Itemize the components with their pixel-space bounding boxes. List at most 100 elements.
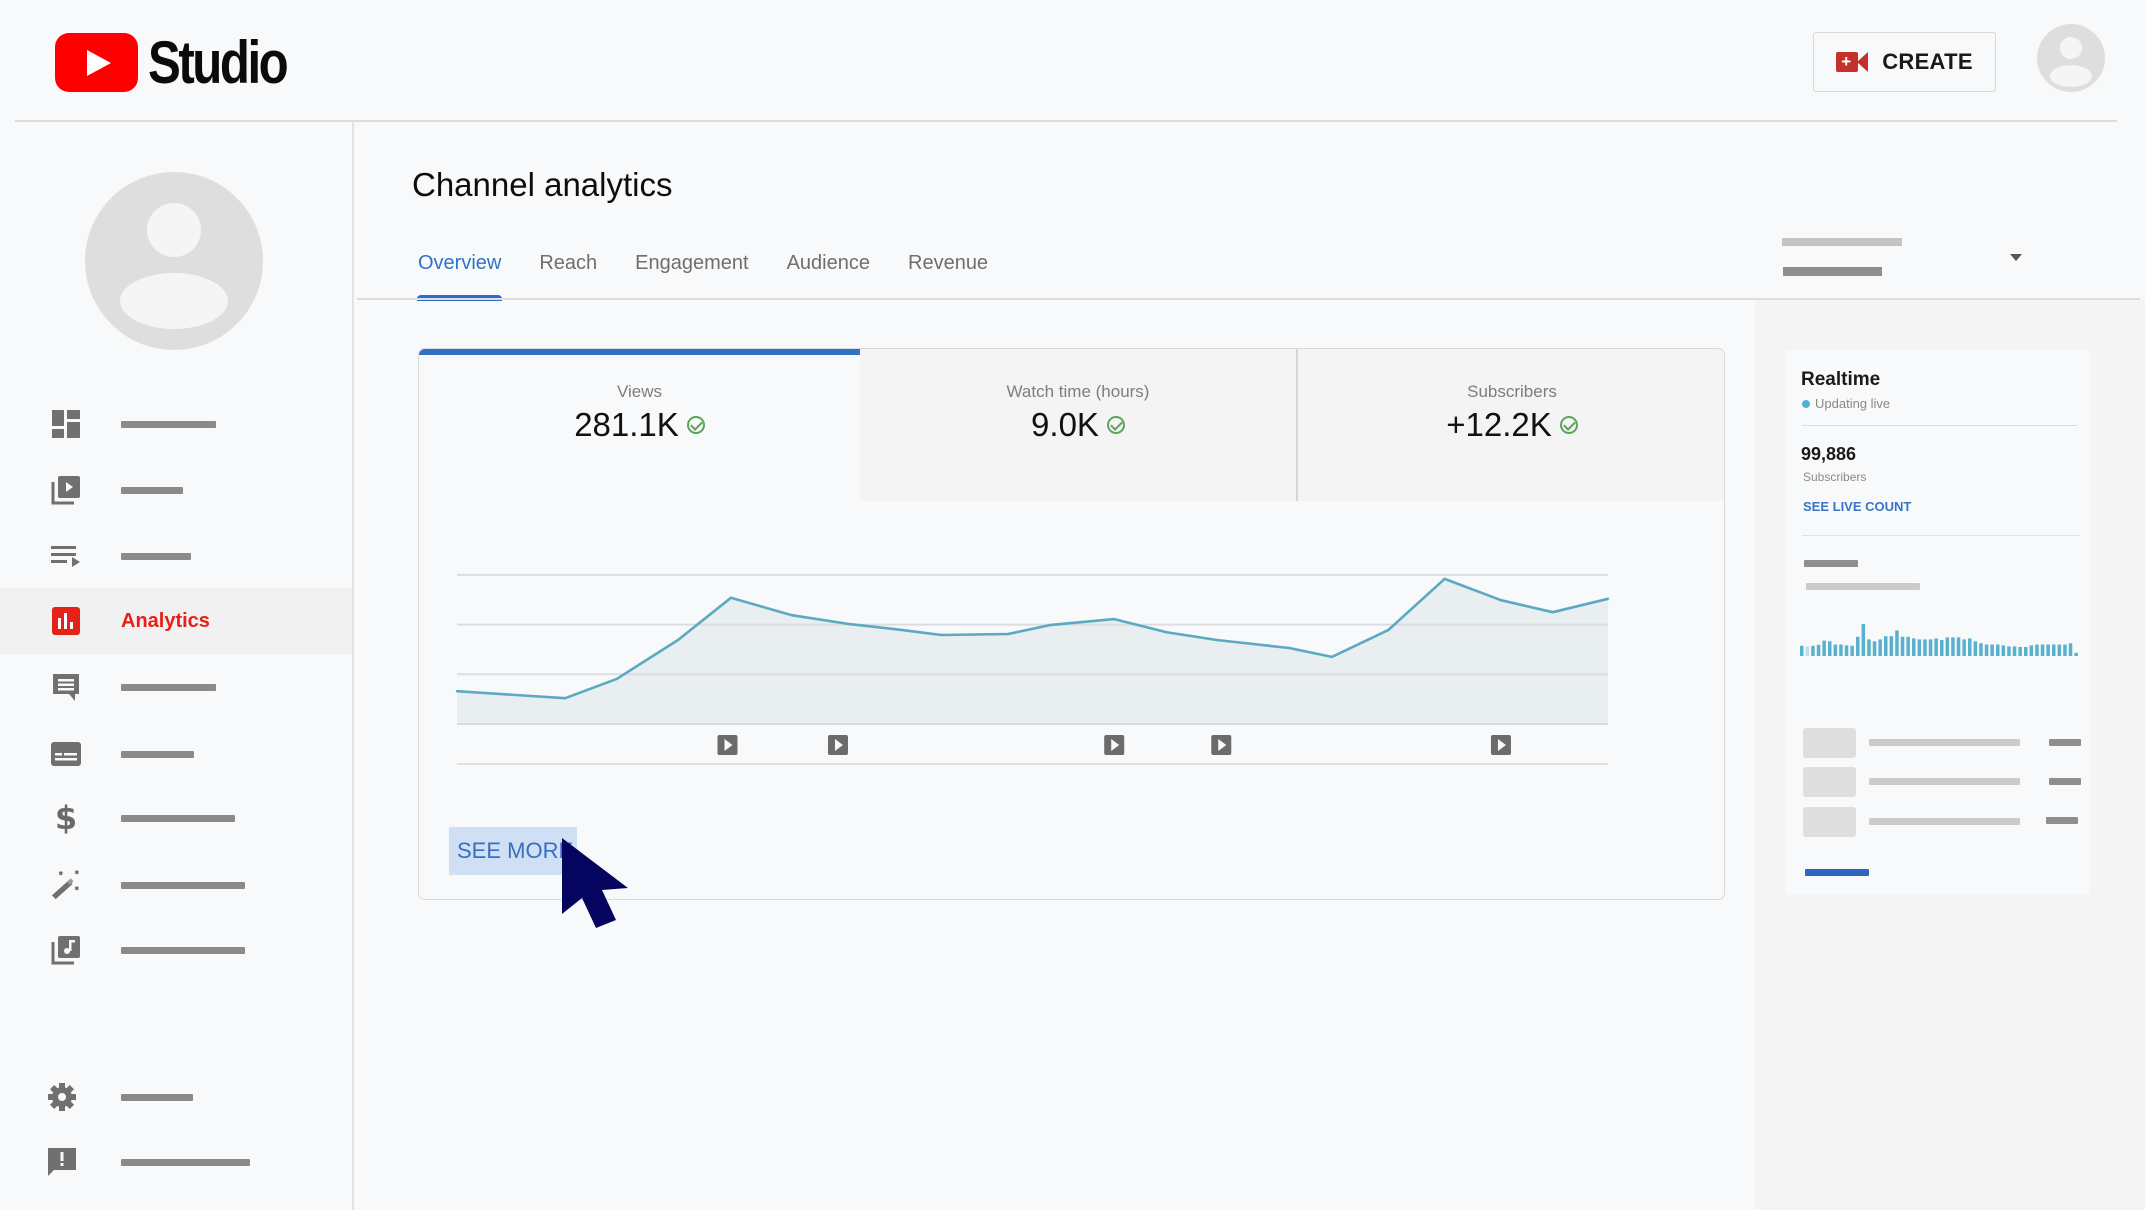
- sidebar-item-label-placeholder: [121, 683, 216, 691]
- subtitles-icon: [50, 738, 82, 770]
- account-avatar[interactable]: [2037, 24, 2105, 92]
- channel-avatar[interactable]: [85, 172, 263, 350]
- tab-overview[interactable]: Overview: [416, 252, 503, 301]
- top-video-views-placeholder: [2049, 778, 2081, 785]
- realtime-bar: [1872, 641, 1877, 656]
- page-title: Channel analytics: [412, 166, 673, 203]
- sidebar-item-customization[interactable]: [0, 852, 352, 918]
- see-live-count-link[interactable]: SEE LIVE COUNT: [1803, 499, 1911, 514]
- metric-label: Views: [616, 382, 663, 401]
- header-divider: [15, 120, 2117, 122]
- realtime-subscriber-count: 99,886: [1801, 444, 1857, 464]
- sidebar-item-settings[interactable]: [0, 1064, 352, 1130]
- realtime-bar: [2068, 643, 2073, 656]
- realtime-views-sublabel-placeholder: [1806, 583, 1920, 590]
- realtime-count-label: Subscribers: [1803, 470, 1867, 484]
- tab-revenue[interactable]: Revenue: [908, 252, 988, 301]
- sidebar-item-content[interactable]: [0, 457, 352, 523]
- live-dot-icon: [1802, 399, 1810, 408]
- realtime-bar: [1895, 630, 1899, 656]
- realtime-bar: [1956, 637, 1961, 656]
- sidebar-item-playlists[interactable]: [0, 523, 352, 589]
- realtime-divider: [1802, 425, 2077, 426]
- metric-value: +12.2K: [1446, 406, 1552, 443]
- date-range-value-placeholder: [1783, 267, 1882, 276]
- metric-watch-time[interactable]: Watch time (hours) 9.0K: [860, 349, 1296, 501]
- sidebar-item-label-placeholder: [121, 1158, 250, 1166]
- realtime-bar: [1867, 639, 1871, 656]
- check-circle-icon: [1106, 416, 1125, 434]
- sidebar-item-comments[interactable]: [0, 654, 352, 720]
- realtime-bar: [2012, 646, 2017, 656]
- audio-library-icon: [50, 934, 82, 966]
- sidebar-item-label-placeholder: [121, 486, 183, 494]
- realtime-bar: [2046, 644, 2050, 656]
- sidebar-item-label-placeholder: [121, 420, 216, 428]
- date-range-label-placeholder: [1782, 238, 1902, 246]
- dropdown-caret-icon: [2010, 254, 2022, 261]
- realtime-bar: [1951, 637, 1955, 656]
- realtime-bar: [1973, 641, 1978, 656]
- realtime-bar: [2029, 645, 2034, 656]
- tab-reach[interactable]: Reach: [539, 252, 597, 301]
- sidebar-item-label-placeholder: [121, 946, 245, 954]
- realtime-bar: [1889, 636, 1894, 656]
- realtime-bar: [1833, 644, 1838, 656]
- realtime-bar: [2018, 647, 2022, 656]
- sidebar-item-label-placeholder: [121, 552, 191, 560]
- sidebar-item-label-placeholder: [121, 1093, 193, 1101]
- dashboard-icon: [50, 408, 82, 440]
- realtime-bar: [1962, 639, 1966, 656]
- realtime-bar: [1828, 641, 1832, 656]
- realtime-bar: [2040, 644, 2045, 656]
- realtime-bar: [1945, 637, 1950, 656]
- realtime-see-more-link-placeholder[interactable]: [1805, 869, 1869, 876]
- realtime-bar: [1800, 645, 1804, 656]
- sidebar-item-monetization[interactable]: $: [0, 785, 352, 851]
- analytics-icon: [50, 605, 82, 637]
- realtime-divider: [1802, 535, 2080, 536]
- top-video-thumbnail[interactable]: [1803, 767, 1856, 797]
- sidebar-item-dashboard[interactable]: [0, 391, 352, 457]
- sidebar-item-feedback[interactable]: [0, 1129, 352, 1195]
- realtime-bar: [1850, 645, 1854, 656]
- date-range-dropdown[interactable]: [1782, 230, 2032, 286]
- video-library-icon: [50, 474, 82, 506]
- realtime-bar: [1822, 640, 1826, 656]
- top-video-views-placeholder: [2046, 817, 2078, 824]
- realtime-bar: [2057, 644, 2062, 656]
- top-video-thumbnail[interactable]: [1803, 807, 1856, 837]
- create-button[interactable]: + CREATE: [1813, 32, 1996, 92]
- youtube-play-icon: [55, 33, 138, 92]
- logo-text: Studio: [148, 29, 289, 96]
- studio-logo[interactable]: Studio: [55, 28, 317, 97]
- realtime-bar: [2052, 644, 2056, 656]
- sidebar-item-analytics[interactable]: Analytics: [0, 588, 352, 654]
- top-video-thumbnail[interactable]: [1803, 728, 1856, 758]
- realtime-bar: [1996, 644, 2000, 656]
- realtime-bar: [1979, 643, 1983, 656]
- tab-engagement[interactable]: Engagement: [635, 252, 748, 301]
- metric-subscribers[interactable]: Subscribers +12.2K: [1298, 349, 1724, 501]
- tab-audience[interactable]: Audience: [787, 252, 870, 301]
- overview-card: Views 281.1K Watch time (hours) 9.0K Sub…: [418, 348, 1725, 900]
- comment-icon: [50, 671, 82, 703]
- realtime-bar: [1878, 639, 1882, 656]
- metric-views[interactable]: Views 281.1K: [419, 349, 860, 501]
- top-video-views-placeholder: [2049, 739, 2081, 746]
- realtime-bar: [1856, 636, 1860, 656]
- sidebar-item-audio-library[interactable]: [0, 917, 352, 983]
- realtime-bar: [1811, 645, 1815, 656]
- sidebar-divider: [352, 122, 354, 1210]
- see-more-button[interactable]: SEE MORE: [449, 827, 577, 875]
- realtime-views-label-placeholder: [1804, 560, 1858, 567]
- sidebar-item-subtitles[interactable]: [0, 721, 352, 787]
- metric-value: 281.1K: [574, 406, 679, 443]
- feedback-icon: [46, 1146, 78, 1178]
- realtime-bar: [2024, 647, 2028, 656]
- realtime-bar: [1861, 624, 1866, 656]
- realtime-bar: [2063, 644, 2067, 656]
- realtime-bar: [1805, 646, 1810, 656]
- tabs-divider: [357, 298, 2140, 300]
- realtime-bar: [1844, 645, 1849, 656]
